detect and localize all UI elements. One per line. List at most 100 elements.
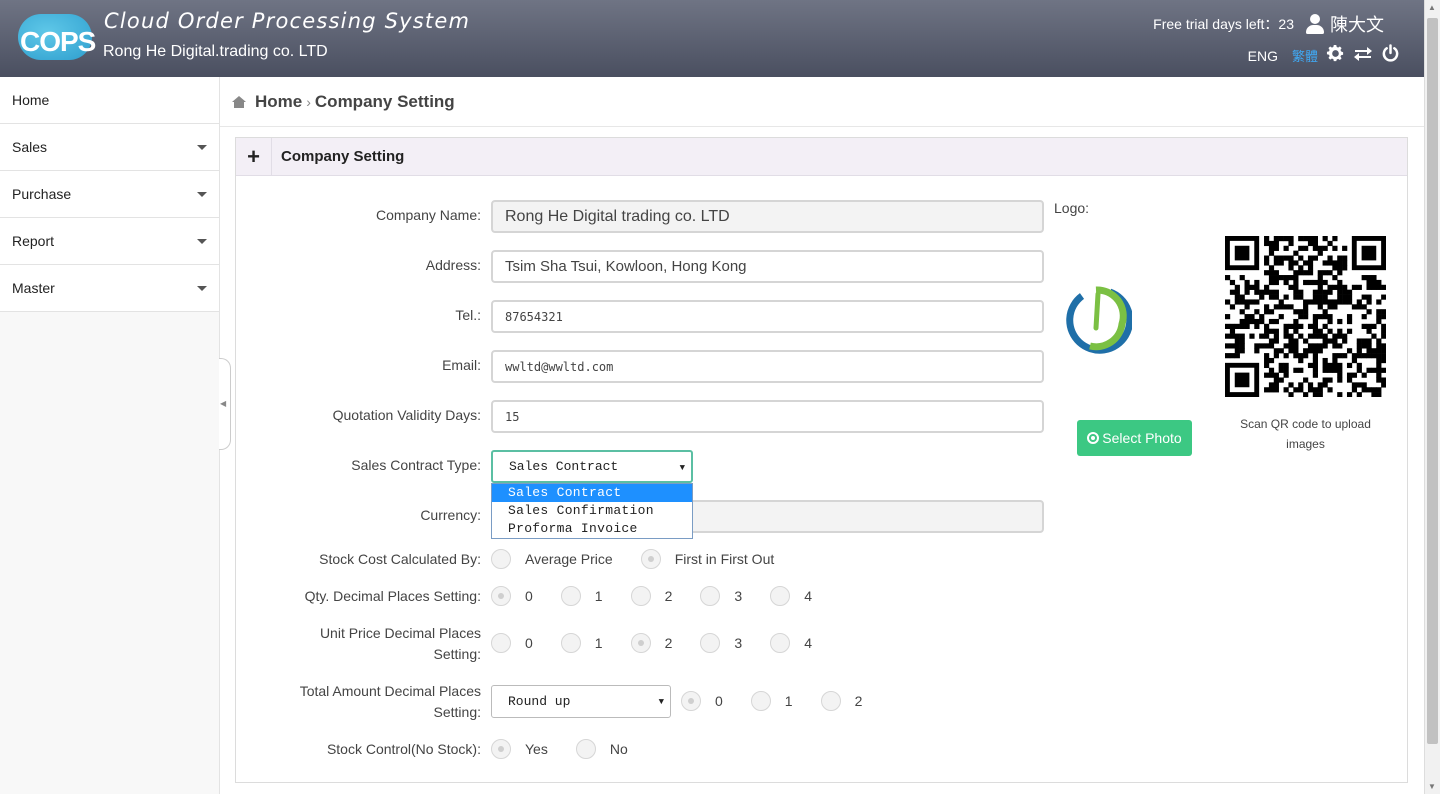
company-subtitle: Rong He Digital.trading co. LTD: [103, 43, 328, 60]
caret-down-icon: [197, 144, 207, 150]
unit-price-decimal-radio-group: 0 1 2 3 4: [491, 633, 840, 653]
radio-label: Average Price: [525, 551, 613, 567]
trial-info: Free trial days left：23 陳大文: [1153, 11, 1384, 37]
address-field[interactable]: Tsim Sha Tsui, Kowloon, Hong Kong: [491, 250, 1044, 283]
radio-average-price[interactable]: [491, 549, 511, 569]
dropdown-option[interactable]: Sales Contract: [492, 484, 692, 502]
radio-label: 4: [804, 588, 812, 604]
company-logo-image: [1062, 284, 1134, 356]
dropdown-option[interactable]: Proforma Invoice: [492, 520, 692, 538]
expand-plus-icon[interactable]: +: [236, 137, 272, 176]
qty-decimal-label: Qty. Decimal Places Setting:: [304, 588, 481, 604]
radio-label: 3: [734, 635, 743, 651]
radio-label: 1: [784, 693, 793, 709]
select-photo-button[interactable]: Select Photo: [1077, 420, 1192, 456]
rounding-select[interactable]: Round up ▼: [491, 685, 671, 718]
lang-tc-link[interactable]: 繁體: [1292, 46, 1318, 65]
radio-price-4[interactable]: [770, 633, 791, 653]
sidebar-item-home[interactable]: Home: [0, 77, 219, 124]
breadcrumb-current: Company Setting: [314, 91, 455, 111]
sales-contract-type-label: Sales Contract Type:: [351, 457, 481, 473]
radio-fifo[interactable]: [640, 549, 661, 569]
label-line: Setting:: [433, 646, 481, 662]
breadcrumb: Home › Company Setting: [220, 77, 1424, 127]
scroll-thumb[interactable]: [1427, 18, 1438, 744]
switch-icon[interactable]: [1353, 46, 1373, 66]
sidebar-item-label: Report: [12, 233, 55, 249]
radio-price-0[interactable]: [491, 633, 511, 653]
sales-contract-type-select[interactable]: Sales Contract ▼: [491, 450, 693, 483]
radio-label: No: [609, 741, 628, 757]
radio-label: 0: [525, 588, 533, 604]
radio-qty-0[interactable]: [491, 586, 511, 606]
scroll-up-arrow-icon[interactable]: ▲: [1428, 3, 1436, 12]
dropdown-option[interactable]: Sales Confirmation: [492, 502, 692, 520]
radio-total-2[interactable]: [820, 691, 841, 711]
home-icon[interactable]: [232, 95, 246, 108]
qty-decimal-radio-group: 0 1 2 3 4: [491, 586, 840, 606]
trial-days-text: Free trial days left：23: [1153, 16, 1294, 32]
app-title: Cloud Order Processing System: [104, 9, 471, 33]
quotation-days-field[interactable]: 15: [491, 400, 1044, 433]
label-line: Unit Price Decimal Places: [319, 625, 481, 641]
total-amount-decimal-radio-group: 0 1 2: [681, 691, 890, 711]
user-icon[interactable]: [1306, 14, 1324, 34]
dropdown-arrow-icon: ▼: [679, 463, 685, 473]
header-actions: ENG 繁體: [1248, 44, 1400, 67]
sidebar-item-label: Purchase: [12, 186, 72, 202]
sidebar-item-purchase[interactable]: Purchase: [0, 171, 219, 218]
power-icon[interactable]: [1381, 44, 1400, 67]
sidebar-item-master[interactable]: Master: [0, 265, 219, 312]
sidebar-item-label: Master: [12, 280, 55, 296]
company-name-field[interactable]: Rong He Digital trading co. LTD: [491, 200, 1044, 233]
radio-price-3[interactable]: [700, 633, 721, 653]
caret-down-icon: [197, 238, 207, 244]
radio-label: 1: [594, 588, 603, 604]
breadcrumb-home[interactable]: Home: [255, 92, 302, 112]
radio-label: 0: [715, 693, 723, 709]
radio-stock-yes[interactable]: [491, 739, 511, 759]
radio-label: 3: [734, 588, 743, 604]
logo-text: COPS: [20, 26, 96, 57]
radio-total-0[interactable]: [681, 691, 701, 711]
radio-qty-1[interactable]: [560, 586, 581, 606]
sidebar-collapse-toggle[interactable]: ◀: [219, 358, 231, 450]
stock-cost-radio-group: Average Price First in First Out: [491, 549, 802, 569]
select-photo-label: Select Photo: [1102, 430, 1182, 446]
app-header: COPS Cloud Order Processing System Rong …: [0, 0, 1424, 77]
stock-control-radio-group: Yes No: [491, 739, 656, 759]
radio-price-2[interactable]: [630, 633, 651, 653]
radio-total-1[interactable]: [750, 691, 771, 711]
email-label: Email:: [442, 357, 481, 373]
user-name[interactable]: 陳大文: [1330, 11, 1384, 37]
radio-qty-2[interactable]: [630, 586, 651, 606]
sidebar-item-label: Sales: [12, 139, 48, 155]
sidebar-item-label: Home: [12, 92, 50, 108]
cops-logo[interactable]: COPS: [14, 10, 96, 64]
sidebar-item-report[interactable]: Report: [0, 218, 219, 265]
radio-qty-4[interactable]: [770, 586, 791, 606]
radio-label: 0: [525, 635, 533, 651]
address-label: Address:: [425, 257, 481, 273]
upload-qr-code: [1225, 236, 1387, 398]
quotation-days-label: Quotation Validity Days:: [332, 407, 481, 423]
qr-caption: Scan QR code to upload images: [1240, 417, 1371, 451]
radio-qty-3[interactable]: [700, 586, 721, 606]
caret-down-icon: [197, 191, 207, 197]
unit-price-decimal-label: Unit Price Decimal Places Setting:: [320, 623, 481, 665]
gear-icon[interactable]: [1326, 44, 1345, 67]
radio-label: 2: [664, 588, 673, 604]
sidebar-item-sales[interactable]: Sales: [0, 124, 219, 171]
lang-eng-link[interactable]: ENG: [1248, 48, 1278, 64]
radio-price-1[interactable]: [560, 633, 581, 653]
radio-label: First in First Out: [674, 551, 775, 567]
scroll-down-arrow-icon[interactable]: ▼: [1428, 782, 1436, 791]
company-name-label: Company Name:: [375, 207, 481, 223]
tel-field[interactable]: 87654321: [491, 300, 1044, 333]
radio-label: Yes: [525, 741, 548, 757]
total-amount-decimal-label: Total Amount Decimal Places Setting:: [300, 681, 481, 723]
radio-label: 4: [804, 635, 812, 651]
email-field[interactable]: wwltd@wwltd.com: [491, 350, 1044, 383]
radio-stock-no[interactable]: [575, 739, 596, 759]
page-scrollbar[interactable]: ▲ ▼: [1424, 0, 1440, 794]
